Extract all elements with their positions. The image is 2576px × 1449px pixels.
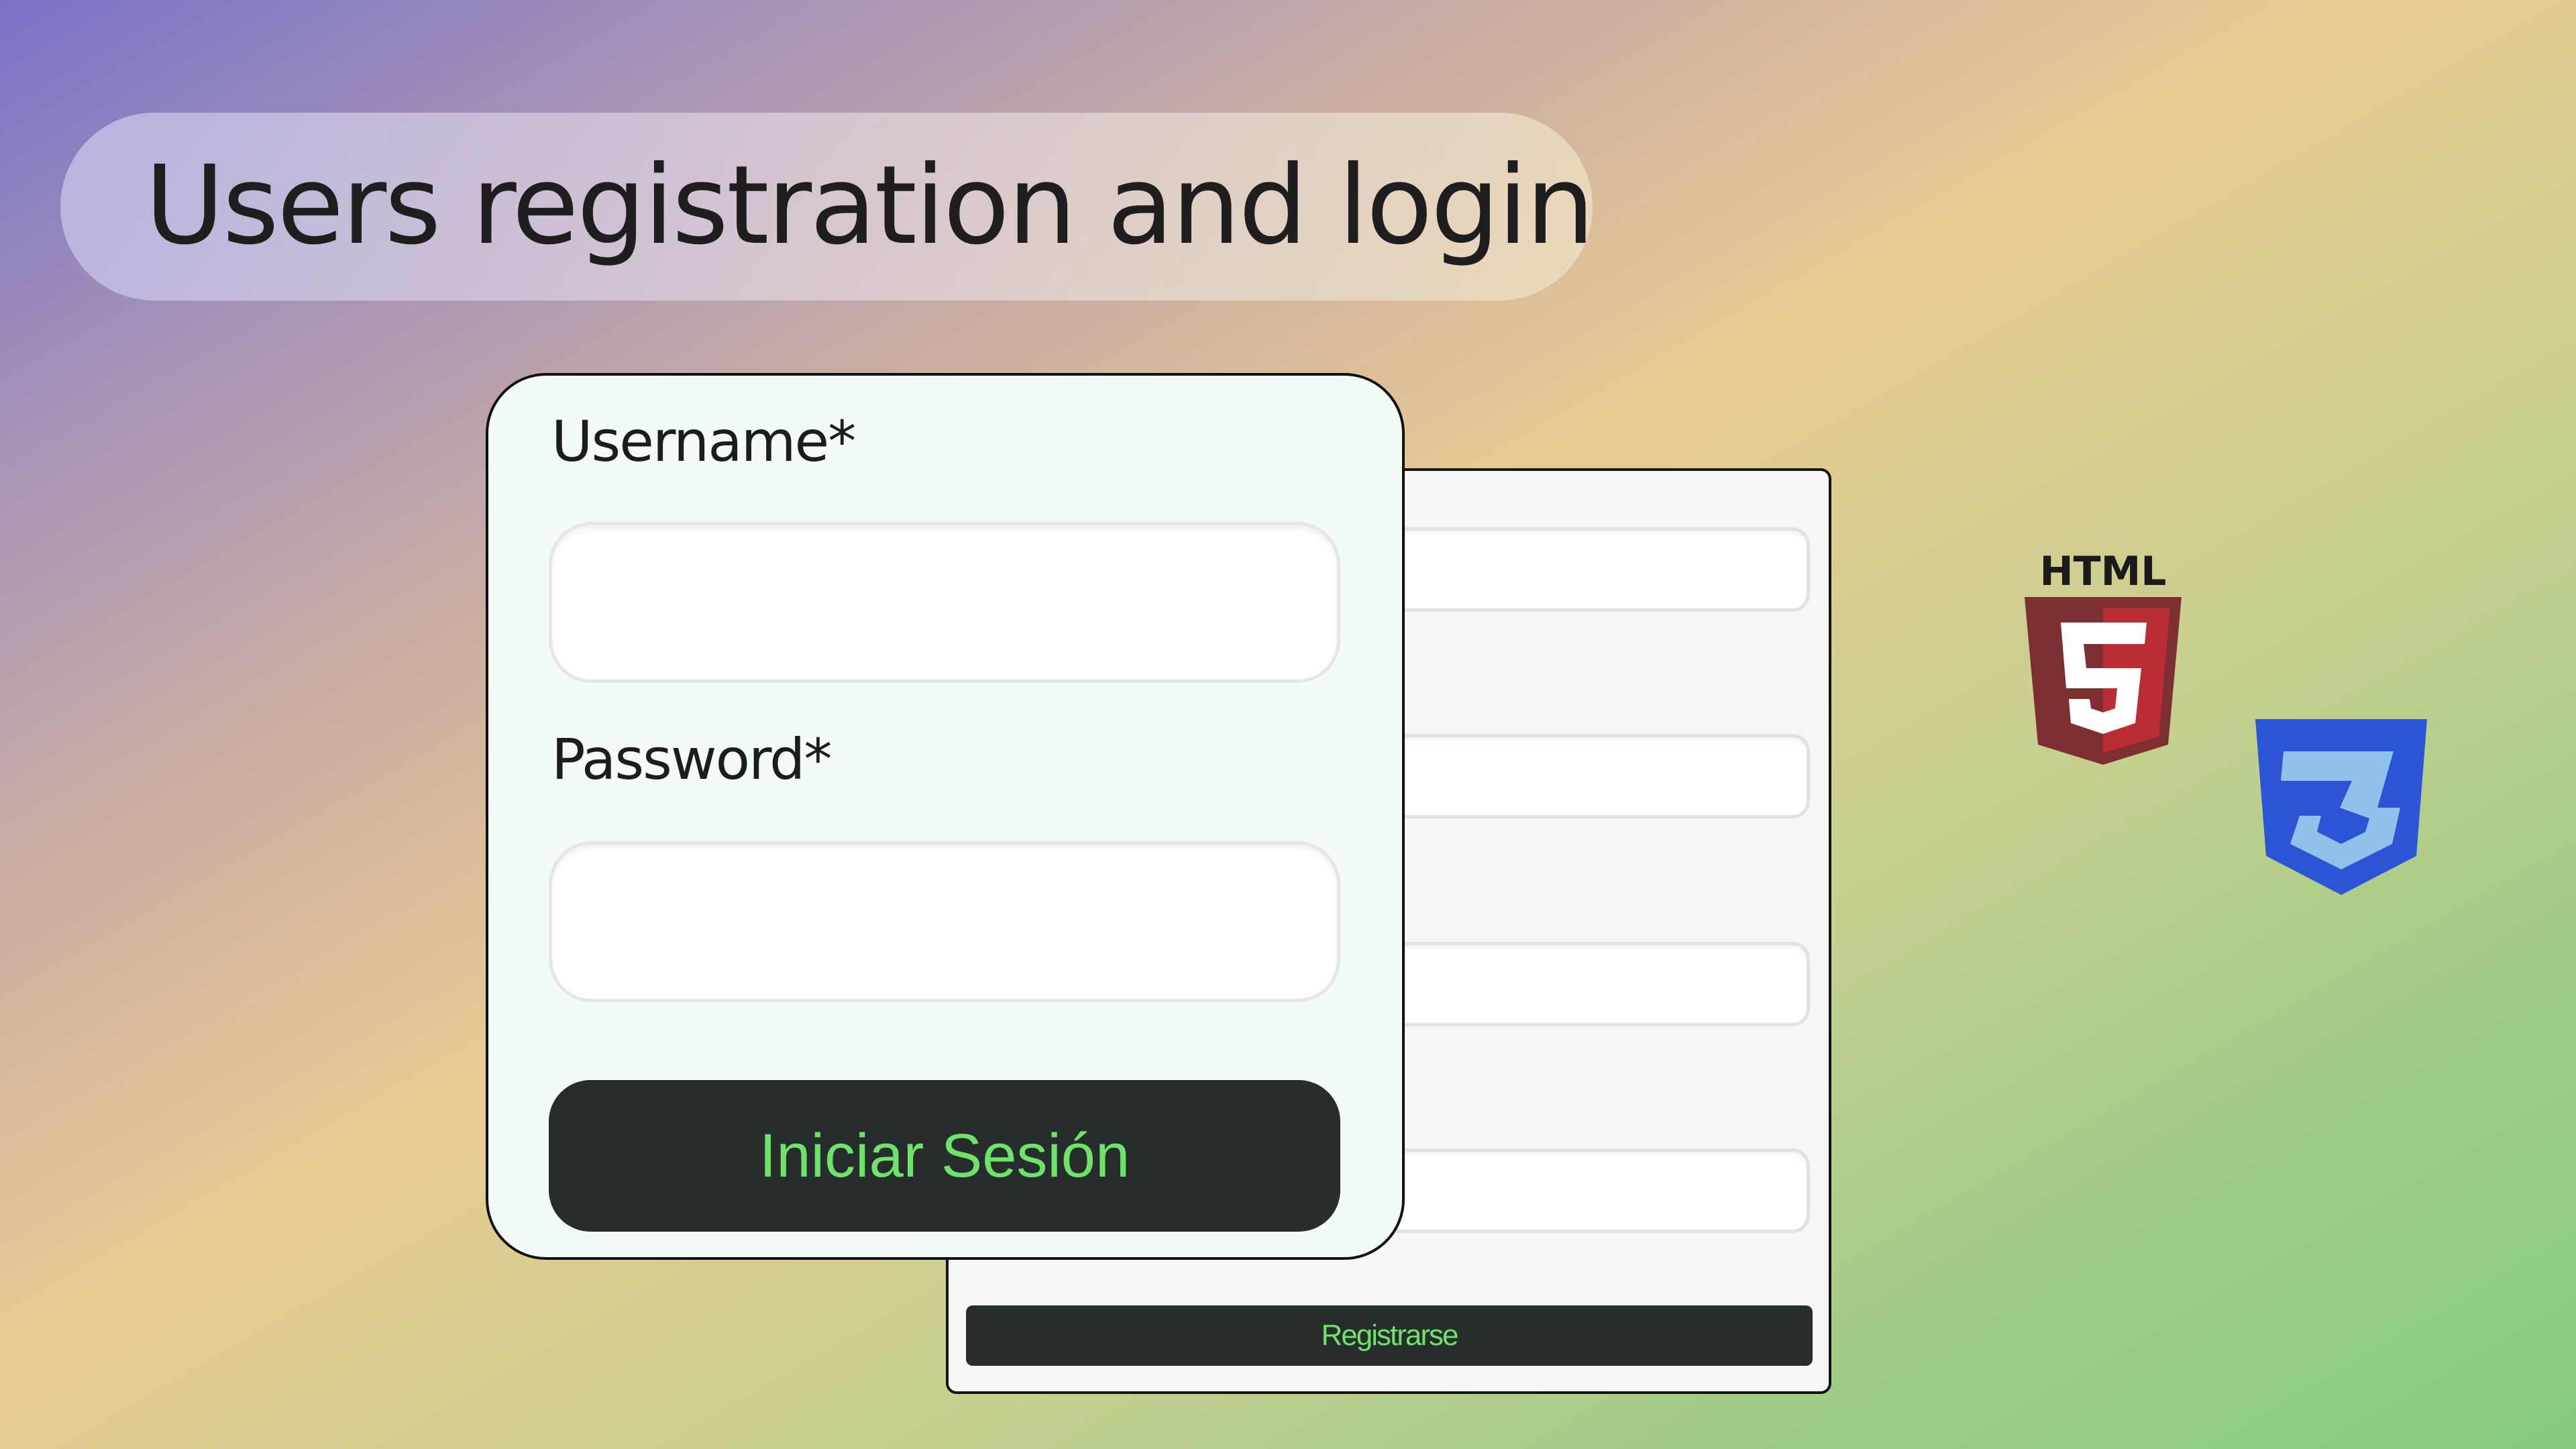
page-title: Users registration and login bbox=[145, 143, 1595, 269]
password-label: Password* bbox=[551, 727, 832, 792]
title-banner: Users registration and login bbox=[60, 113, 1595, 301]
css3-logo-icon bbox=[2255, 719, 2427, 895]
password-field[interactable] bbox=[549, 841, 1340, 1002]
login-card: Username* Password* Iniciar Sesión bbox=[486, 373, 1405, 1260]
html5-logo-icon: HTML bbox=[2025, 548, 2182, 765]
username-label: Username* bbox=[551, 409, 856, 474]
html5-five-glyph bbox=[2061, 623, 2147, 734]
username-field[interactable] bbox=[549, 522, 1340, 683]
register-button[interactable]: Registrarse bbox=[966, 1305, 1813, 1366]
login-button[interactable]: Iniciar Sesión bbox=[549, 1080, 1340, 1232]
html5-logo-text: HTML bbox=[2039, 548, 2166, 595]
